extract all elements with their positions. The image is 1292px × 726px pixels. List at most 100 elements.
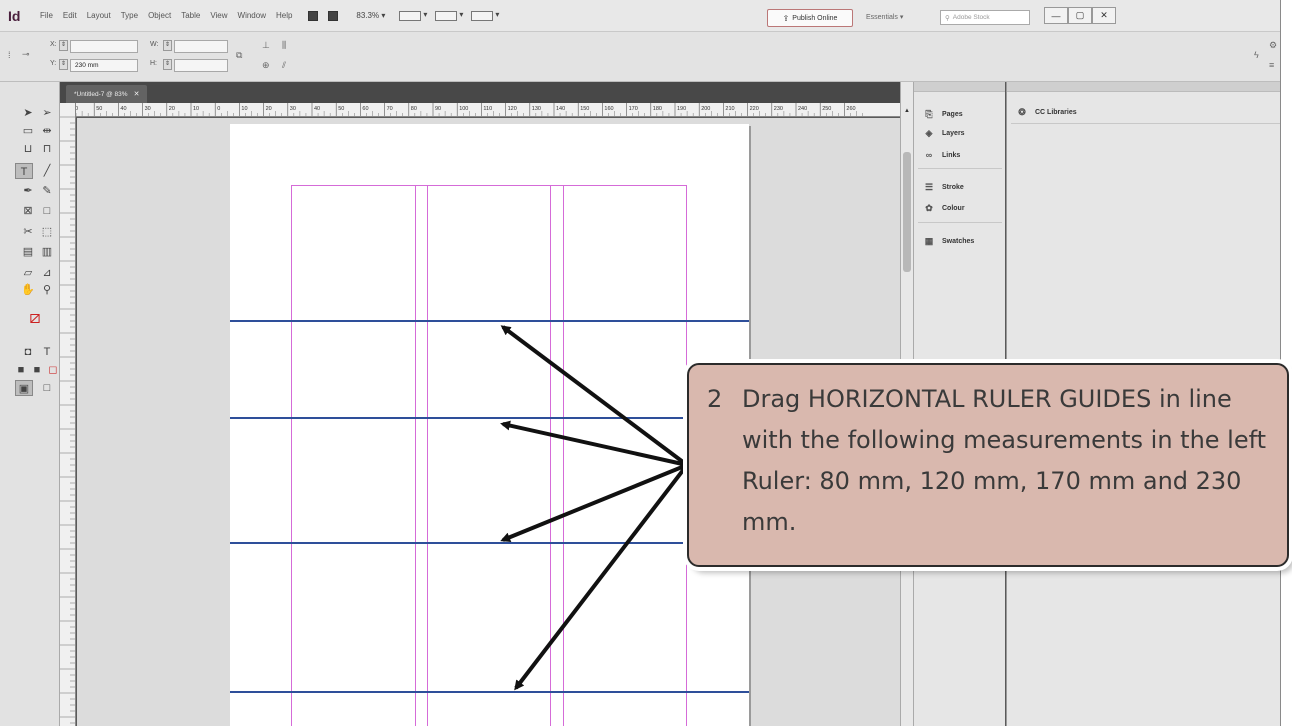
reference-point-icon[interactable]: ⊸ (22, 49, 30, 60)
panel-swatches[interactable]: ▦ Swatches (922, 233, 975, 249)
stock-icon[interactable] (328, 10, 339, 21)
bridge-icon[interactable] (308, 10, 319, 21)
tools-panel: ➤ ➢ ▭ ⇹ ⊔ ⊓ T ╱ ✒ ✎ ⊠ □ ✂ ⬚ ▤ ▥ ▱ ⊿ ✋ ⚲ … (0, 82, 60, 726)
menu-type[interactable]: Type (121, 11, 138, 20)
menu-help[interactable]: Help (276, 11, 292, 20)
flip-vertical-icon[interactable]: ⊕ (262, 60, 270, 71)
preview-mode-icon[interactable]: □ (38, 380, 56, 396)
line-tool-icon[interactable]: ╱ (38, 163, 56, 179)
content-collector-icon[interactable]: ⊔ (19, 141, 37, 157)
panel-divider (918, 168, 1002, 169)
menu-table[interactable]: Table (181, 11, 200, 20)
ruler-guide-120mm[interactable] (230, 417, 749, 419)
normal-view-icon[interactable]: ▣ (15, 380, 33, 396)
view-options-dropdown[interactable] (399, 10, 427, 21)
panel-stroke[interactable]: ☰ Stroke (922, 179, 964, 195)
ruler-guide-230mm[interactable] (230, 691, 749, 693)
note-tool-icon[interactable]: ▱ (19, 265, 37, 281)
window-controls: — ▢ ✕ (1044, 7, 1116, 24)
ruler-tick-label: 250 (822, 106, 831, 112)
panel-links[interactable]: ∞ Links (922, 147, 961, 163)
panel-pages[interactable]: ⎘ Pages (922, 106, 962, 122)
ruler-tick-label: 60 (362, 106, 368, 112)
selection-tool-icon[interactable]: ➤ (19, 105, 37, 121)
align-icon[interactable]: ⫼ (282, 40, 286, 51)
horizontal-ruler[interactable]: 6050403020100102030405060708090100110120… (68, 103, 900, 117)
scrollbar-thumb[interactable] (903, 152, 911, 272)
constrain-proportions-icon[interactable]: ⧉ (236, 50, 242, 61)
ruler-tick-label: 40 (120, 106, 126, 112)
h-field[interactable] (174, 59, 228, 72)
w-stepper[interactable]: ⇕ (163, 40, 172, 51)
search-placeholder: Adobe Stock (952, 14, 990, 21)
arrange-documents-dropdown[interactable] (471, 10, 499, 21)
formatting-container-icon[interactable]: ◘ (19, 344, 37, 360)
x-field[interactable] (70, 40, 138, 53)
ruler-tick-label: 30 (145, 106, 151, 112)
gradient-feather-tool-icon[interactable]: ▥ (38, 244, 56, 260)
menu-layout[interactable]: Layout (87, 11, 111, 20)
ruler-tick-label: 20 (169, 106, 175, 112)
flip-horizontal-icon[interactable]: ⊥ (262, 40, 270, 51)
menu-file[interactable]: File (40, 11, 53, 20)
menu-object[interactable]: Object (148, 11, 171, 20)
ruler-tick-label: 30 (290, 106, 296, 112)
minimize-button[interactable]: — (1044, 7, 1068, 24)
panel-layers[interactable]: ◈ Layers (922, 125, 965, 141)
panel-colour[interactable]: ✿ Colour (922, 200, 964, 216)
adobe-stock-search-input[interactable]: ⚲ Adobe Stock (940, 10, 1030, 25)
rectangle-frame-tool-icon[interactable]: ⊠ (19, 203, 37, 219)
rectangle-tool-icon[interactable]: □ (38, 203, 56, 219)
formatting-text-icon[interactable]: T (38, 344, 56, 360)
stroke-icon: ☰ (924, 181, 934, 192)
x-stepper[interactable]: ⇕ (59, 40, 68, 51)
panel-menu-icon[interactable]: ≡ (1269, 60, 1274, 70)
vertical-ruler[interactable] (60, 103, 76, 726)
eyedropper-tool-icon[interactable]: ⊿ (38, 265, 56, 281)
y-field[interactable]: 230 mm (70, 59, 138, 72)
fill-stroke-icon[interactable]: ⧄ (20, 304, 50, 330)
settings-icon[interactable]: ⚙ (1269, 40, 1277, 51)
page-tool-icon[interactable]: ▭ (19, 123, 37, 139)
close-tab-icon[interactable]: ✕ (134, 90, 140, 98)
panel-dock-header[interactable] (1007, 82, 1280, 92)
scroll-up-icon[interactable]: ▲ (904, 108, 910, 114)
ruler-tick-label: 260 (846, 106, 855, 112)
content-placer-icon[interactable]: ⊓ (38, 141, 56, 157)
hand-tool-icon[interactable]: ✋ (19, 282, 37, 298)
distribute-icon[interactable]: ⫽ (282, 60, 286, 71)
menu-window[interactable]: Window (238, 11, 266, 20)
panel-dock-header[interactable] (914, 82, 1005, 92)
document-tab[interactable]: *Untitled-7 @ 83% ✕ (66, 85, 148, 103)
y-stepper[interactable]: ⇕ (59, 59, 68, 70)
w-field[interactable] (174, 40, 228, 53)
gradient-swatch-tool-icon[interactable]: ▤ (19, 244, 37, 260)
menu-edit[interactable]: Edit (63, 11, 77, 20)
h-stepper[interactable]: ⇕ (163, 59, 172, 70)
scissors-tool-icon[interactable]: ✂ (19, 224, 37, 240)
zoom-level-dropdown[interactable]: 83.3% ▾ (356, 11, 385, 20)
document-tab-title: *Untitled-7 @ 83% (74, 90, 128, 98)
type-tool-icon[interactable]: T (15, 163, 33, 179)
ruler-guide-80mm[interactable] (230, 320, 749, 322)
document-page[interactable] (230, 124, 749, 726)
maximize-button[interactable]: ▢ (1068, 7, 1092, 24)
workspace-switcher[interactable]: Essentials ▾ (866, 13, 903, 21)
free-transform-tool-icon[interactable]: ⬚ (38, 224, 56, 240)
pages-icon: ⎘ (925, 108, 933, 119)
panel-cc-libraries[interactable]: ❂ CC Libraries (1015, 104, 1076, 120)
gap-tool-icon[interactable]: ⇹ (38, 123, 56, 139)
publish-online-button[interactable]: ⇪ Publish Online (767, 9, 853, 27)
ruler-guide-170mm[interactable] (230, 542, 749, 544)
menu-view[interactable]: View (210, 11, 227, 20)
panel-label: Layers (942, 129, 965, 137)
lightning-icon[interactable]: ϟ (1254, 50, 1259, 60)
column-guide (563, 185, 564, 726)
ruler-tick-label: 140 (556, 106, 565, 112)
close-window-button[interactable]: ✕ (1092, 7, 1116, 24)
screen-mode-dropdown[interactable] (435, 10, 463, 21)
zoom-tool-icon[interactable]: ⚲ (38, 282, 56, 298)
pen-tool-icon[interactable]: ✒ (19, 183, 37, 199)
pencil-tool-icon[interactable]: ✎ (38, 183, 56, 199)
direct-selection-tool-icon[interactable]: ➢ (38, 105, 56, 121)
